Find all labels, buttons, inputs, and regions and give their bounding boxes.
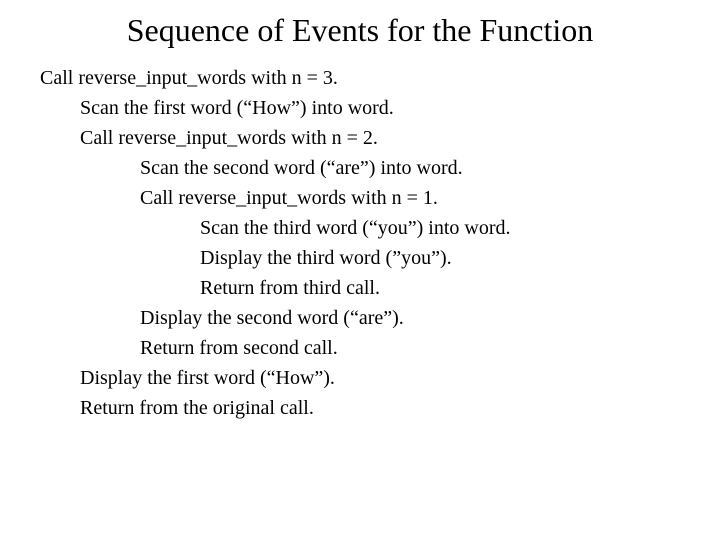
list-item: Scan the third word (“you”) into word. [40,213,680,243]
list-item: Scan the first word (“How”) into word. [40,93,680,123]
list-item: Call reverse_input_words with n = 3. [40,63,680,93]
list-item: Display the second word (“are”). [40,303,680,333]
event-list: Call reverse_input_words with n = 3. Sca… [40,63,680,423]
list-item: Call reverse_input_words with n = 1. [40,183,680,213]
page-title: Sequence of Events for the Function [40,12,680,49]
list-item: Scan the second word (“are”) into word. [40,153,680,183]
list-item: Return from the original call. [40,393,680,423]
slide: Sequence of Events for the Function Call… [0,0,720,540]
list-item: Return from third call. [40,273,680,303]
list-item: Call reverse_input_words with n = 2. [40,123,680,153]
list-item: Return from second call. [40,333,680,363]
list-item: Display the third word (”you”). [40,243,680,273]
list-item: Display the first word (“How”). [40,363,680,393]
